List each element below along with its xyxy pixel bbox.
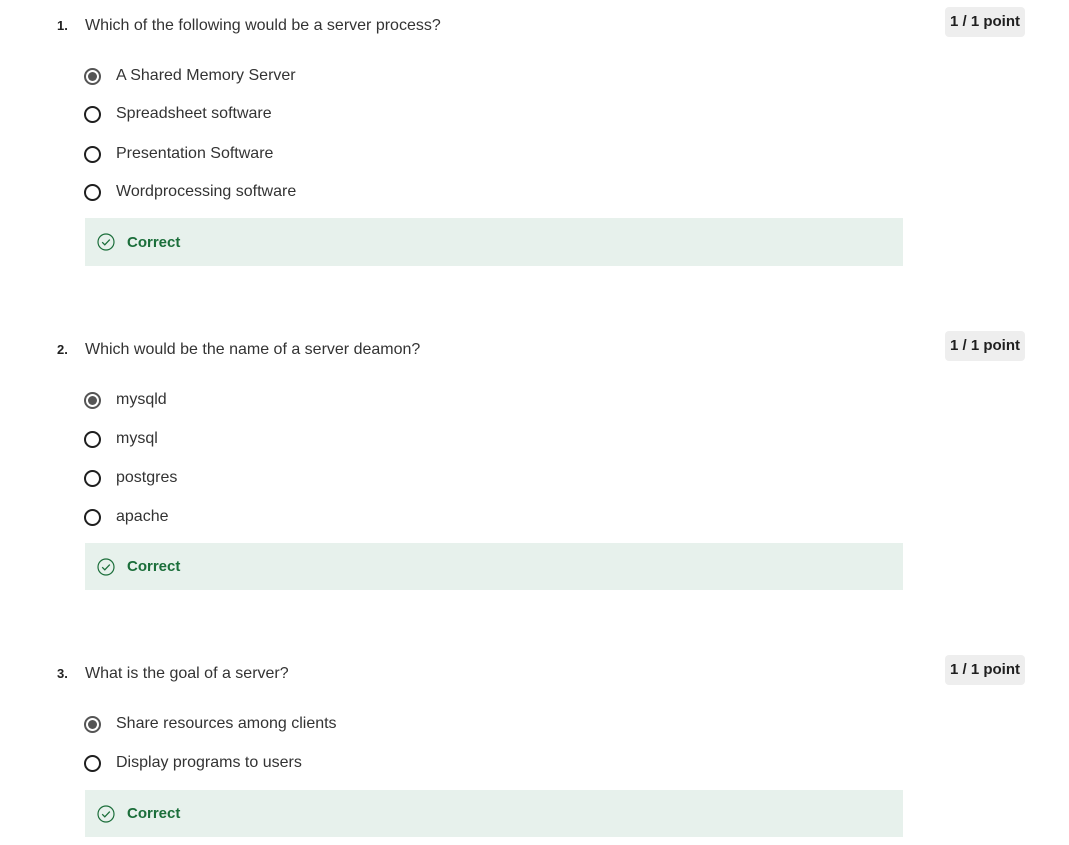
option-label: Spreadsheet software xyxy=(116,105,272,122)
question-number: 2. xyxy=(57,342,68,357)
option-1-3[interactable]: Presentation Software xyxy=(84,143,273,165)
feedback-label: Correct xyxy=(127,558,181,575)
option-3-1[interactable]: Share resources among clients xyxy=(84,713,337,735)
question-number: 1. xyxy=(57,18,68,33)
score-badge: 1 / 1 point xyxy=(945,655,1026,685)
radio-unselected-icon[interactable] xyxy=(84,145,101,163)
radio-selected-icon[interactable] xyxy=(84,715,101,733)
radio-unselected-icon[interactable] xyxy=(84,183,101,201)
option-label: mysql xyxy=(116,430,158,447)
question-text: Which of the following would be a server… xyxy=(85,17,441,34)
option-label: Share resources among clients xyxy=(116,715,337,732)
option-label: A Shared Memory Server xyxy=(116,67,296,84)
radio-unselected-icon[interactable] xyxy=(84,105,101,123)
radio-selected-icon[interactable] xyxy=(84,67,101,85)
feedback-banner: Correct xyxy=(85,218,903,266)
option-label: Display programs to users xyxy=(116,754,302,771)
feedback-banner: Correct xyxy=(85,543,903,590)
check-circle-icon xyxy=(97,804,115,823)
feedback-banner: Correct xyxy=(85,790,903,837)
option-2-3[interactable]: postgres xyxy=(84,467,177,489)
score-badge: 1 / 1 point xyxy=(945,331,1026,361)
option-label: Presentation Software xyxy=(116,145,274,162)
option-3-2[interactable]: Display programs to users xyxy=(84,752,302,774)
check-circle-icon xyxy=(97,233,115,251)
option-1-1[interactable]: A Shared Memory Server xyxy=(84,65,296,87)
option-label: mysqld xyxy=(116,391,167,408)
option-2-2[interactable]: mysql xyxy=(84,428,158,450)
radio-selected-icon[interactable] xyxy=(84,391,101,409)
question-number: 3. xyxy=(57,666,68,681)
option-label: Wordprocessing software xyxy=(116,183,297,200)
option-2-4[interactable]: apache xyxy=(84,506,169,528)
radio-unselected-icon[interactable] xyxy=(84,469,101,487)
feedback-label: Correct xyxy=(127,233,181,251)
option-1-4[interactable]: Wordprocessing software xyxy=(84,181,296,203)
option-label: apache xyxy=(116,508,169,525)
option-label: postgres xyxy=(116,469,178,486)
radio-unselected-icon[interactable] xyxy=(84,508,101,526)
question-text: What is the goal of a server? xyxy=(85,665,289,682)
radio-unselected-icon[interactable] xyxy=(84,754,101,772)
feedback-label: Correct xyxy=(127,805,181,822)
score-badge: 1 / 1 point xyxy=(945,7,1026,37)
question-text: Which would be the name of a server deam… xyxy=(85,341,421,358)
check-circle-icon xyxy=(97,557,115,576)
option-2-1[interactable]: mysqld xyxy=(84,389,167,411)
option-1-2[interactable]: Spreadsheet software xyxy=(84,103,272,125)
radio-unselected-icon[interactable] xyxy=(84,430,101,448)
